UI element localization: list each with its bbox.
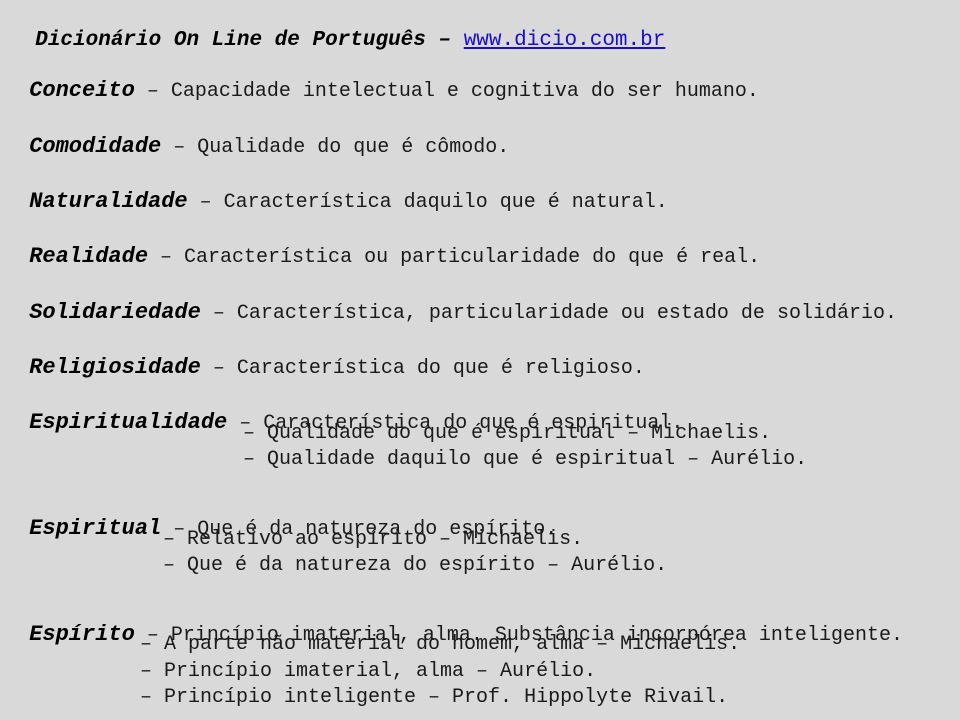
entry-religiosidade: Religiosidade – Característica do que é …	[10, 341, 645, 379]
entry-term: Espiritualidade	[29, 410, 228, 435]
entry-term: Religiosidade	[29, 355, 201, 380]
entry-sub-definition: – Relativo ao espírito – Michaelis.	[163, 528, 584, 551]
entry-definition: – Característica ou particularidade do q…	[148, 246, 761, 269]
entry-definition: – Capacidade intelectual e cognitiva do …	[134, 80, 759, 103]
entry-sub-definition: – A parte não material do homem, alma – …	[140, 633, 741, 656]
entry-sub-definition: – Princípio imaterial, alma – Aurélio.	[140, 660, 597, 683]
entry-sub-definition: – Qualidade daquilo que é espiritual – A…	[243, 448, 808, 471]
entry-realidade: Realidade – Característica ou particular…	[10, 230, 760, 268]
entry-term: Conceito	[29, 78, 135, 103]
entry-conceito: Conceito – Capacidade intelectual e cogn…	[10, 64, 759, 102]
entry-definition: – Característica, particularidade ou est…	[200, 302, 897, 325]
entry-naturalidade: Naturalidade – Característica daquilo qu…	[10, 175, 668, 213]
entry-solidariedade: Solidariedade – Característica, particul…	[10, 286, 897, 324]
entry-term: Realidade	[29, 244, 149, 269]
entry-comodidade: Comodidade – Qualidade do que é cômodo.	[10, 120, 509, 158]
entry-term: Espírito	[29, 622, 135, 647]
entry-sub-definition: – Princípio inteligente – Prof. Hippolyt…	[140, 686, 729, 709]
dictionary-header: Dicionário On Line de Português – www.di…	[10, 9, 665, 51]
entry-term: Comodidade	[29, 134, 162, 159]
entry-term: Solidariedade	[29, 300, 201, 325]
dicio-link[interactable]: www.dicio.com.br	[464, 29, 666, 52]
entry-definition: – Característica do que é religioso.	[200, 357, 645, 380]
entry-sub-definition: – Qualidade do que é espiritual – Michae…	[243, 422, 772, 445]
entry-term: Naturalidade	[29, 189, 188, 214]
entry-sub-definition: – Que é da natureza do espírito – Auréli…	[163, 554, 668, 577]
header-title: Dicionário On Line de Português –	[35, 29, 464, 52]
entry-definition: – Característica daquilo que é natural.	[187, 191, 668, 214]
entry-term: Espiritual	[29, 516, 162, 541]
entry-definition: – Qualidade do que é cômodo.	[161, 136, 510, 159]
